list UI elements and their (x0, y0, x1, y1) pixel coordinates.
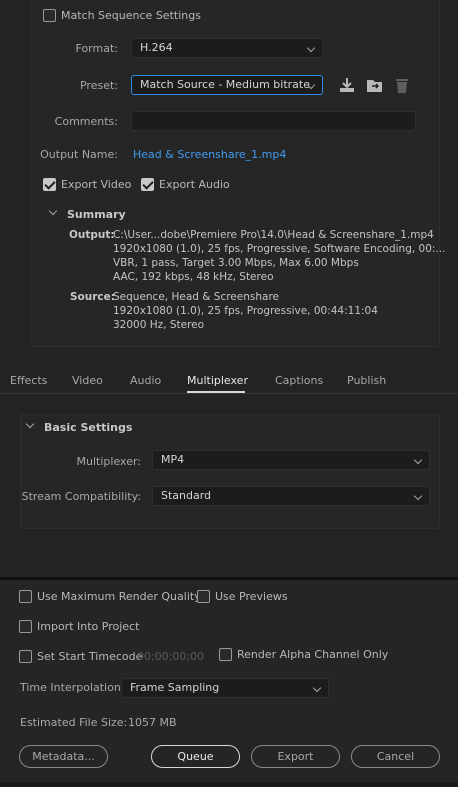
summary-output-label: Output: (69, 229, 115, 241)
tab-publish[interactable]: Publish (347, 374, 386, 387)
multiplexer-label: Multiplexer: (76, 455, 141, 468)
tab-multiplexer[interactable]: Multiplexer (187, 374, 248, 387)
multiplexer-value: MP4 (161, 453, 185, 466)
tab-divider (0, 393, 458, 394)
use-previews-checkbox[interactable] (197, 590, 210, 603)
stream-compat-value: Standard (161, 489, 212, 502)
start-timecode-value: 00;00;00;00 (137, 650, 205, 663)
output-name-label: Output Name: (40, 148, 118, 161)
export-audio-checkbox[interactable] (141, 178, 154, 191)
max-render-quality-label: Use Maximum Render Quality (37, 590, 201, 603)
match-sequence-checkbox[interactable] (43, 9, 56, 22)
match-sequence-label: Match Sequence Settings (61, 9, 201, 22)
stream-compat-label: Stream Compatibility: (21, 490, 141, 503)
export-video-checkbox[interactable] (43, 178, 56, 191)
summary-output-line: VBR, 1 pass, Target 3.00 Mbps, Max 6.00 … (113, 257, 359, 269)
time-interpolation-value: Frame Sampling (130, 681, 220, 694)
import-into-project-checkbox[interactable] (19, 620, 32, 633)
time-interpolation-label: Time Interpolation: (20, 681, 125, 694)
render-alpha-checkbox[interactable] (219, 648, 232, 661)
summary-source-line: Sequence, Head & Screenshare (113, 291, 279, 303)
chevron-down-icon (413, 455, 423, 465)
estimated-file-size-value: 1057 MB (128, 716, 177, 729)
tab-effects[interactable]: Effects (10, 374, 47, 387)
set-start-timecode-checkbox[interactable] (19, 650, 32, 663)
save-preset-icon[interactable] (338, 76, 356, 94)
preset-value: Match Source - Medium bitrate (140, 78, 310, 91)
chevron-down-icon (306, 43, 316, 53)
estimated-file-size-label: Estimated File Size: (20, 716, 128, 729)
format-label: Format: (75, 42, 118, 55)
import-into-project-label: Import Into Project (37, 620, 140, 633)
bottom-edge (0, 782, 458, 787)
summary-source-line: 1920x1080 (1.0), 25 fps, Progressive, 00… (113, 305, 378, 317)
metadata-button[interactable]: Metadata... (19, 745, 108, 768)
chevron-down-icon (413, 491, 423, 501)
comments-label: Comments: (54, 115, 118, 128)
format-select[interactable]: H.264 (131, 38, 323, 58)
render-alpha-label: Render Alpha Channel Only (237, 648, 389, 661)
format-value: H.264 (140, 41, 173, 54)
summary-source-label: Source: (70, 291, 115, 303)
tab-audio[interactable]: Audio (130, 374, 161, 387)
basic-settings-title: Basic Settings (44, 421, 133, 434)
delete-preset-icon[interactable] (394, 76, 410, 94)
use-previews-label: Use Previews (215, 590, 288, 603)
chevron-down-icon (312, 683, 322, 693)
time-interpolation-select[interactable]: Frame Sampling (121, 678, 329, 698)
summary-output-line: 1920x1080 (1.0), 25 fps, Progressive, So… (113, 243, 446, 255)
queue-button[interactable]: Queue (151, 745, 240, 768)
summary-output-line: C:\User...dobe\Premiere Pro\14.0\Head & … (113, 229, 434, 241)
export-audio-label: Export Audio (159, 178, 230, 191)
tab-video[interactable]: Video (72, 374, 103, 387)
cancel-button[interactable]: Cancel (351, 745, 440, 768)
output-name-link[interactable]: Head & Screenshare_1.mp4 (133, 148, 286, 161)
max-render-quality-checkbox[interactable] (19, 590, 32, 603)
export-video-label: Export Video (61, 178, 132, 191)
comments-input[interactable] (131, 111, 416, 131)
summary-source-line: 32000 Hz, Stereo (113, 319, 205, 331)
export-button[interactable]: Export (251, 745, 340, 768)
summary-output-line: AAC, 192 kbps, 48 kHz, Stereo (113, 271, 274, 283)
set-start-timecode-label: Set Start Timecode (37, 650, 143, 663)
import-preset-icon[interactable] (365, 76, 385, 94)
stream-compat-select[interactable]: Standard (152, 486, 430, 506)
summary-title: Summary (67, 208, 126, 221)
tab-captions[interactable]: Captions (275, 374, 323, 387)
preset-label: Preset: (79, 79, 118, 92)
multiplexer-select[interactable]: MP4 (152, 450, 430, 470)
preset-select[interactable]: Match Source - Medium bitrate (131, 75, 323, 95)
